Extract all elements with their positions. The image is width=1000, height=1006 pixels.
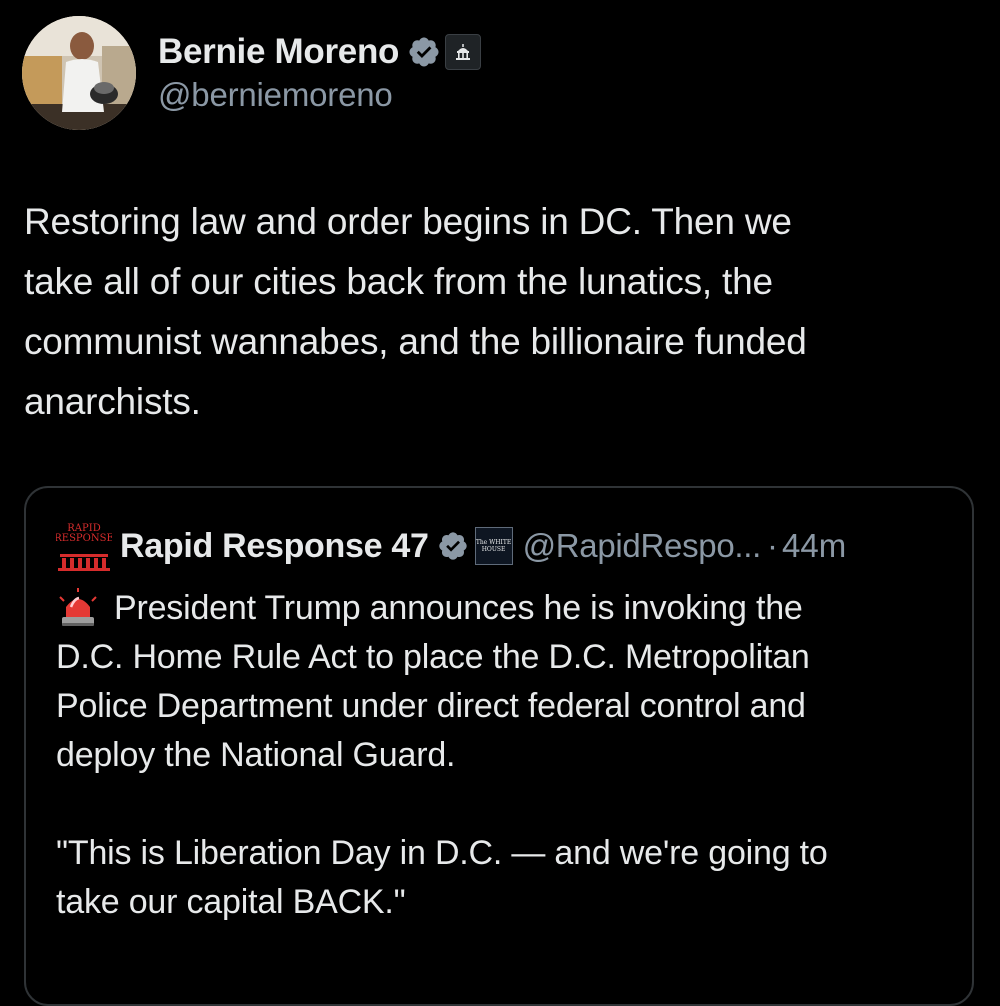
author-names: Bernie Moreno @berniemoreno [158,30,658,114]
white-house-affiliation-icon[interactable]: The WHITE HOUSE [474,527,513,565]
quoted-tweet-card[interactable]: RAPID RESPONSE Rapid Response 47 The WHI… [24,486,974,1006]
name-row: Bernie Moreno [158,30,658,74]
quoted-tweet-text: President Trump announces he is invoking… [56,584,936,927]
quoted-first-line-text: President Trump announces he is invoking… [114,589,803,627]
building-icon [58,554,110,571]
avatar-photo [22,16,136,130]
verified-badge-icon[interactable] [437,530,469,562]
quoted-first-line: President Trump announces he is invoking… [56,584,936,633]
separator-dot: · [766,527,778,564]
verified-badge-icon[interactable] [407,35,441,69]
author-handle[interactable]: @berniemoreno [158,76,658,114]
tweet-header: Bernie Moreno @berniemoreno [22,16,482,132]
quoted-avatar-text: RAPID RESPONSE [56,523,112,544]
author-avatar[interactable] [22,16,136,130]
capitol-icon [456,44,471,60]
author-name[interactable]: Bernie Moreno [158,32,399,72]
quoted-rest-text: D.C. Home Rule Act to place the D.C. Met… [56,638,828,921]
quoted-timestamp[interactable]: 44m [782,527,846,565]
quoted-author-avatar[interactable]: RAPID RESPONSE [56,518,112,574]
government-building-icon[interactable] [445,34,482,70]
quoted-author-name[interactable]: Rapid Response 47 [120,527,429,566]
quoted-author-handle[interactable]: @RapidRespo... [523,527,762,565]
quoted-tweet-header: RAPID RESPONSE Rapid Response 47 The WHI… [56,518,956,574]
tweet-text: Restoring law and order begins in DC. Th… [24,201,807,422]
siren-emoji-icon [59,587,97,626]
